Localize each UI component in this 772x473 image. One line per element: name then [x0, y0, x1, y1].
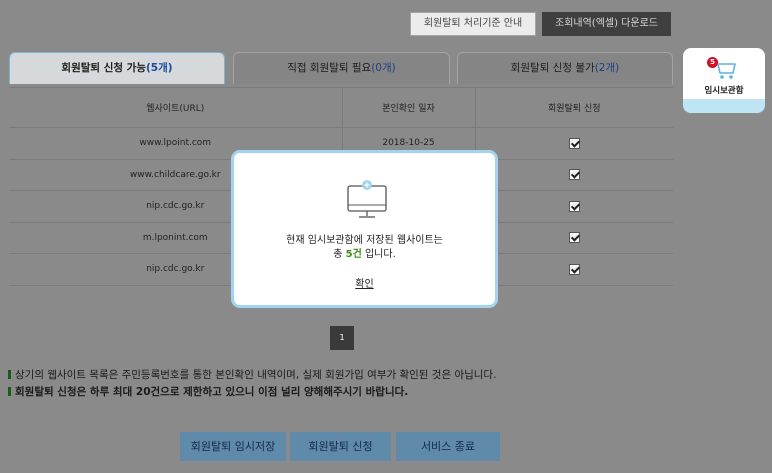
monitor-icon: [347, 180, 387, 218]
withdrawal-guide-button[interactable]: 회원탈퇴 처리기준 안내: [410, 12, 536, 36]
withdrawal-checkbox[interactable]: [568, 232, 580, 244]
apply-cell: [475, 222, 673, 254]
withdrawal-checkbox[interactable]: [568, 169, 580, 181]
confirm-modal: 현재 임시보관함에 저장된 웹사이트는 총 5건 입니다. 확인: [231, 150, 498, 308]
tab-withdrawal-unavailable[interactable]: 회원탈퇴 신청 불가(2개): [457, 52, 673, 84]
temp-storage-widget[interactable]: 5 임시보관함: [683, 48, 765, 113]
tab-label: 회원탈퇴 신청 불가: [510, 62, 595, 74]
temp-storage-bar: [683, 99, 765, 113]
column-header-apply: 회원탈퇴 신청: [475, 87, 673, 128]
exit-service-button[interactable]: 서비스 종료: [396, 432, 500, 461]
notice-text: 상기의 웹사이트 목록은 주민등록번호를 통한 본인확인 내역이며, 실제 회원…: [8, 367, 496, 382]
apply-withdrawal-button[interactable]: 회원탈퇴 신청: [290, 432, 391, 461]
withdrawal-checkbox[interactable]: [568, 137, 580, 149]
apply-cell: [475, 190, 673, 223]
modal-message-line1: 현재 임시보관함에 저장된 웹사이트는: [286, 235, 443, 246]
modal-message-line2: 총 5건 입니다.: [234, 248, 495, 262]
withdrawal-checkbox[interactable]: [568, 200, 580, 212]
tab-count: (0개): [371, 62, 396, 74]
apply-cell: [475, 127, 673, 160]
temp-storage-label: 임시보관함: [704, 86, 744, 96]
apply-cell: [475, 253, 673, 286]
tab-label: 회원탈퇴 신청 가능: [61, 62, 146, 74]
modal-message-suffix: 입니다.: [361, 249, 396, 260]
column-header-date: 본인확인 일자: [342, 87, 476, 128]
modal-message-prefix: 총: [333, 249, 346, 260]
temp-save-button[interactable]: 회원탈퇴 임시저장: [180, 432, 286, 461]
tab-count: (5개): [146, 62, 173, 74]
apply-cell: [475, 159, 673, 191]
limit-notice-text: 회원탈퇴 신청은 하루 최대 20건으로 제한하고 있으니 이점 널리 양해해주…: [8, 384, 408, 399]
tab-label: 직접 회원탈퇴 필요: [287, 62, 372, 74]
tab-count: (2개): [594, 62, 620, 74]
tab-direct-withdrawal[interactable]: 직접 회원탈퇴 필요(0개): [233, 52, 450, 84]
tab-withdrawal-available[interactable]: 회원탈퇴 신청 가능(5개): [9, 52, 225, 84]
excel-download-button[interactable]: 조회내역(엑셀) 다운로드: [542, 12, 671, 36]
modal-ok-button[interactable]: 확인: [355, 279, 373, 290]
column-header-url: 웹사이트(URL): [9, 87, 343, 128]
table-header-row: 웹사이트(URL) 본인확인 일자 회원탈퇴 신청: [9, 87, 673, 128]
withdrawal-checkbox[interactable]: [568, 263, 580, 275]
temp-storage-count-badge: 5: [707, 57, 718, 68]
modal-count: 5건: [345, 249, 362, 260]
page-number-button[interactable]: 1: [330, 326, 354, 350]
modal-message: 현재 임시보관함에 저장된 웹사이트는 총 5건 입니다.: [234, 234, 495, 262]
